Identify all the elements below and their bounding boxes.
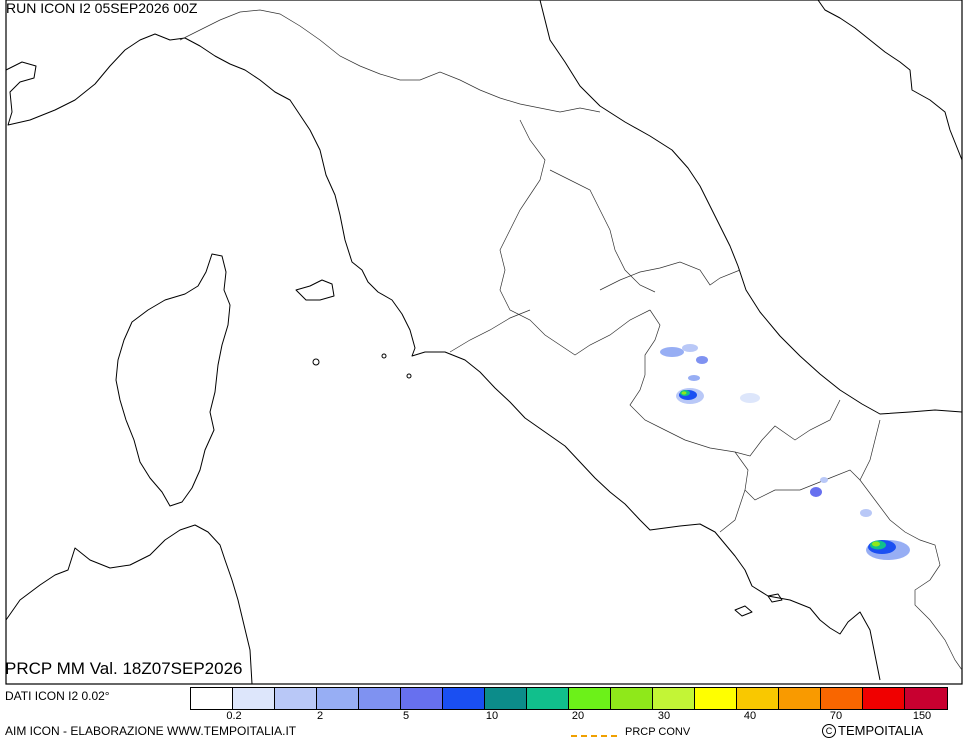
precip-cell-campania-mid — [860, 509, 872, 517]
data-source-label: DATI ICON I2 0.02° — [5, 689, 110, 703]
legend-tick-label: 2 — [316, 710, 324, 722]
run-title: RUN ICON I2 05SEP2026 00Z — [6, 0, 198, 16]
legend-tick-label: 20 — [571, 710, 585, 722]
precip-cell-abruzzo-east — [740, 393, 760, 403]
legend-swatch-13 — [737, 688, 779, 709]
legend-swatch-5 — [401, 688, 443, 709]
legend-swatch-12 — [695, 688, 737, 709]
precip-cell-abruzzo-north-light — [682, 344, 698, 352]
precip-cell-abruzzo-north-outer — [660, 347, 684, 357]
legend-swatch-1 — [233, 688, 275, 709]
legend-swatch-6 — [443, 688, 485, 709]
precip-cell-abruzzo-north-east — [696, 356, 708, 364]
legend-tick-label: 30 — [657, 710, 671, 722]
legend-swatch-8 — [527, 688, 569, 709]
map-canvas — [5, 0, 963, 685]
legend-swatch-10 — [611, 688, 653, 709]
legend-swatch-15 — [821, 688, 863, 709]
legend-tick-label: 10 — [485, 710, 499, 722]
precip-cell-campania-interior-north — [820, 477, 828, 483]
legend-swatch-7 — [485, 688, 527, 709]
map-frame — [5, 0, 963, 685]
legend-swatch-3 — [317, 688, 359, 709]
legend-tick-label: 40 — [743, 710, 757, 722]
conv-dashed-line-icon — [571, 735, 617, 737]
legend-swatch-11 — [653, 688, 695, 709]
legend-swatch-16 — [863, 688, 905, 709]
legend-tick-label: 70 — [829, 710, 843, 722]
precip-cell-campania-interior — [810, 487, 822, 497]
copyright-icon: C — [822, 724, 836, 738]
conv-legend-label: PRCP CONV — [625, 726, 691, 738]
precip-cell-abruzzo-core-peak — [681, 391, 687, 395]
legend-swatch-0 — [191, 688, 233, 709]
elaboration-credit: AIM ICON - ELABORAZIONE WWW.TEMPOITALIA.… — [5, 724, 297, 738]
color-scale-legend — [190, 687, 948, 710]
precip-cell-campania-south-peak — [872, 541, 880, 547]
legend-swatch-2 — [275, 688, 317, 709]
legend-swatch-4 — [359, 688, 401, 709]
legend-swatch-17 — [905, 688, 947, 709]
field-valid-title: PRCP MM Val. 18Z07SEP2026 — [5, 659, 243, 678]
precip-cell-abruzzo-mid — [688, 375, 700, 381]
legend-swatch-14 — [779, 688, 821, 709]
legend-tick-label: 0.2 — [226, 710, 242, 722]
copyright-notice: C TEMPOITALIA — [822, 724, 923, 738]
legend-tick-label: 150 — [912, 710, 932, 722]
legend-swatch-9 — [569, 688, 611, 709]
copyright-label: TEMPOITALIA — [838, 723, 923, 738]
legend-tick-label: 5 — [402, 710, 410, 722]
